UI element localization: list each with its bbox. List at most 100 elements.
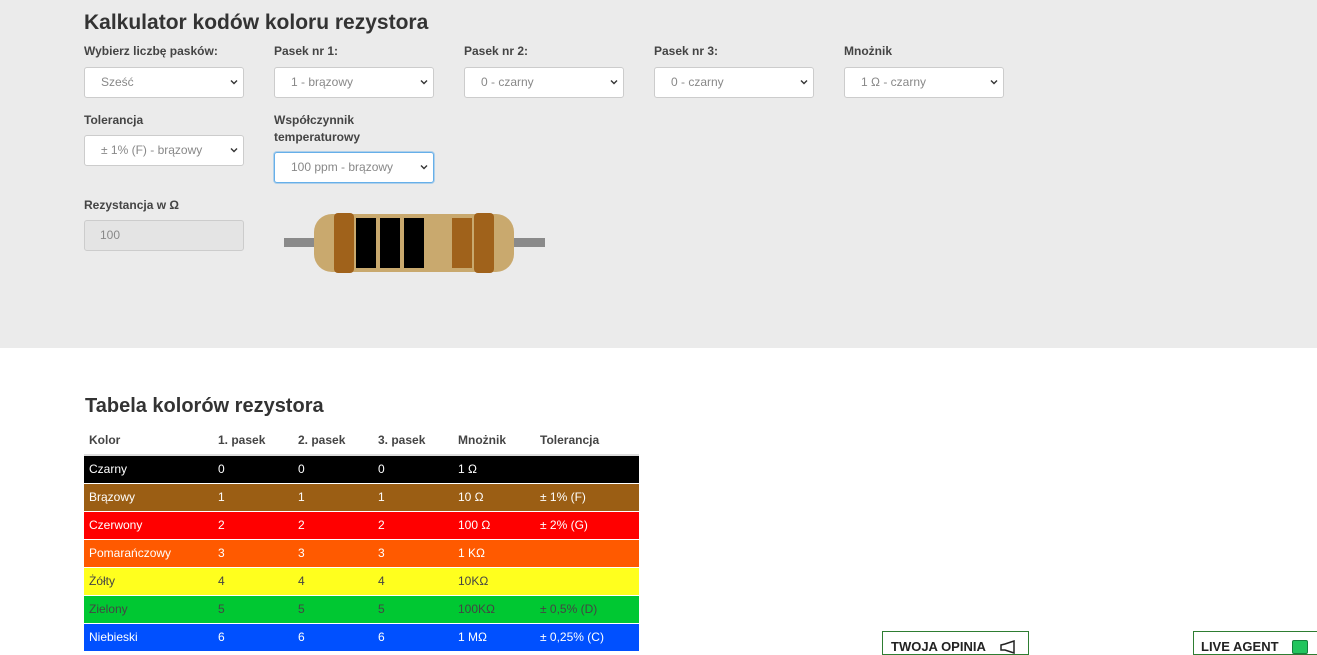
cell-band1-digit: 0 xyxy=(213,454,293,483)
band2-select[interactable]: 0 - czarny xyxy=(464,67,624,98)
multiplier-select[interactable]: 1 Ω - czarny xyxy=(844,67,1004,98)
cell-band2-digit: 6 xyxy=(293,622,373,651)
resistor-band xyxy=(380,218,400,268)
cell-color-name: Brązowy xyxy=(84,482,213,511)
band2-field: Pasek nr 2: xyxy=(464,43,528,60)
cell-multiplier-value: 100KΩ xyxy=(453,594,535,623)
multiplier-label: Mnożnik xyxy=(844,44,892,58)
cell-band3-digit: 5 xyxy=(373,594,453,623)
tempco-label: Współczynnik temperaturowy xyxy=(274,113,361,144)
cell-color-name: Żółty xyxy=(84,566,213,595)
cell-color-name: Pomarańczowy xyxy=(84,538,213,567)
cell-tolerance-value xyxy=(535,566,639,595)
cell-band2-digit: 0 xyxy=(293,454,373,483)
band1-label: Pasek nr 1: xyxy=(274,44,339,58)
resistor-band xyxy=(356,218,376,268)
chevron-down-icon xyxy=(420,165,428,170)
header-band1: 1. pasek xyxy=(213,426,293,456)
cell-band2-digit: 3 xyxy=(293,538,373,567)
cell-multiplier-value: 1 MΩ xyxy=(453,622,535,651)
resistance-field: Rezystancja w Ω xyxy=(84,197,179,214)
multiplier-field: Mnożnik xyxy=(844,43,892,60)
bands-count-label: Wybierz liczbę pasków: xyxy=(84,44,218,58)
cell-multiplier-value: 10KΩ xyxy=(453,566,535,595)
tolerance-field: Tolerancja xyxy=(84,112,143,129)
chat-status-icon xyxy=(1292,640,1308,654)
cell-tolerance-value: ± 0,5% (D) xyxy=(535,594,639,623)
cell-tolerance-value xyxy=(535,538,639,567)
live-agent-button[interactable]: LIVE AGENT xyxy=(1193,631,1317,655)
cell-band3-digit: 1 xyxy=(373,482,453,511)
cell-band1-digit: 6 xyxy=(213,622,293,651)
megaphone-icon xyxy=(1000,640,1015,654)
header-band3: 3. pasek xyxy=(373,426,453,456)
resistance-value: 100 xyxy=(100,228,121,242)
cell-band3-digit: 0 xyxy=(373,454,453,483)
cell-band2-digit: 1 xyxy=(293,482,373,511)
cell-multiplier-value: 1 KΩ xyxy=(453,538,535,567)
table-row: Czerwony 2 2 2 100 Ω ± 2% (G) xyxy=(84,510,639,539)
cell-band1-digit: 2 xyxy=(213,510,293,539)
resistor-band xyxy=(452,218,472,268)
table-row: Żółty 4 4 4 10KΩ xyxy=(84,566,639,595)
table-row: Czarny 0 0 0 1 Ω xyxy=(84,454,639,483)
cell-band1-digit: 5 xyxy=(213,594,293,623)
tolerance-value: ± 1% (F) - brązowy xyxy=(101,143,203,157)
resistance-label: Rezystancja w Ω xyxy=(84,198,179,212)
resistor-band xyxy=(404,218,424,268)
cell-multiplier-value: 100 Ω xyxy=(453,510,535,539)
chevron-down-icon xyxy=(990,80,998,85)
cell-tolerance-value: ± 1% (F) xyxy=(535,482,639,511)
cell-band3-digit: 2 xyxy=(373,510,453,539)
tempco-value: 100 ppm - brązowy xyxy=(291,160,394,174)
tempco-select[interactable]: 100 ppm - brązowy xyxy=(274,152,434,183)
cell-tolerance-value xyxy=(535,454,639,483)
cell-band3-digit: 6 xyxy=(373,622,453,651)
header-band2: 2. pasek xyxy=(293,426,373,456)
cell-band2-digit: 4 xyxy=(293,566,373,595)
band2-value: 0 - czarny xyxy=(481,75,534,89)
chevron-down-icon xyxy=(800,80,808,85)
cell-band1-digit: 3 xyxy=(213,538,293,567)
table-row: Niebieski 6 6 6 1 MΩ ± 0,25% (C) xyxy=(84,622,639,651)
cell-tolerance-value: ± 2% (G) xyxy=(535,510,639,539)
cell-color-name: Niebieski xyxy=(84,622,213,651)
header-color: Kolor xyxy=(84,426,213,456)
color-table: Kolor 1. pasek 2. pasek 3. pasek Mnożnik… xyxy=(84,426,639,651)
cell-band2-digit: 2 xyxy=(293,510,373,539)
tolerance-select[interactable]: ± 1% (F) - brązowy xyxy=(84,135,244,166)
table-row: Zielony 5 5 5 100KΩ ± 0,5% (D) xyxy=(84,594,639,623)
band1-select[interactable]: 1 - brązowy xyxy=(274,67,434,98)
cell-band2-digit: 5 xyxy=(293,594,373,623)
calculator-title: Kalkulator kodów koloru rezystora xyxy=(84,11,429,34)
resistor-illustration xyxy=(284,213,545,273)
table-row: Brązowy 1 1 1 10 Ω ± 1% (F) xyxy=(84,482,639,511)
chevron-down-icon xyxy=(610,80,618,85)
resistor-lead-left xyxy=(284,238,318,247)
cell-color-name: Czarny xyxy=(84,454,213,483)
bands-count-field: Wybierz liczbę pasków: xyxy=(84,43,218,60)
feedback-label: TWOJA OPINIA xyxy=(891,639,986,654)
chevron-down-icon xyxy=(420,80,428,85)
chevron-down-icon xyxy=(230,80,238,85)
tempco-field: Współczynnik temperaturowy xyxy=(274,112,394,146)
band3-field: Pasek nr 3: xyxy=(654,43,718,60)
band3-label: Pasek nr 3: xyxy=(654,44,719,58)
resistor-band xyxy=(474,213,494,273)
tolerance-label: Tolerancja xyxy=(84,113,144,127)
chevron-down-icon xyxy=(230,148,238,153)
band3-select[interactable]: 0 - czarny xyxy=(654,67,814,98)
live-agent-label: LIVE AGENT xyxy=(1201,639,1279,654)
band1-field: Pasek nr 1: xyxy=(274,43,338,60)
feedback-button[interactable]: TWOJA OPINIA xyxy=(882,631,1029,655)
resistance-input[interactable]: 100 xyxy=(84,220,244,251)
header-multiplier: Mnożnik xyxy=(453,426,535,456)
cell-color-name: Zielony xyxy=(84,594,213,623)
cell-tolerance-value: ± 0,25% (C) xyxy=(535,622,639,651)
band1-value: 1 - brązowy xyxy=(291,75,354,89)
header-tolerance: Tolerancja xyxy=(535,426,639,456)
cell-band1-digit: 1 xyxy=(213,482,293,511)
cell-band3-digit: 4 xyxy=(373,566,453,595)
bands-count-select[interactable]: Sześć xyxy=(84,67,244,98)
cell-band1-digit: 4 xyxy=(213,566,293,595)
